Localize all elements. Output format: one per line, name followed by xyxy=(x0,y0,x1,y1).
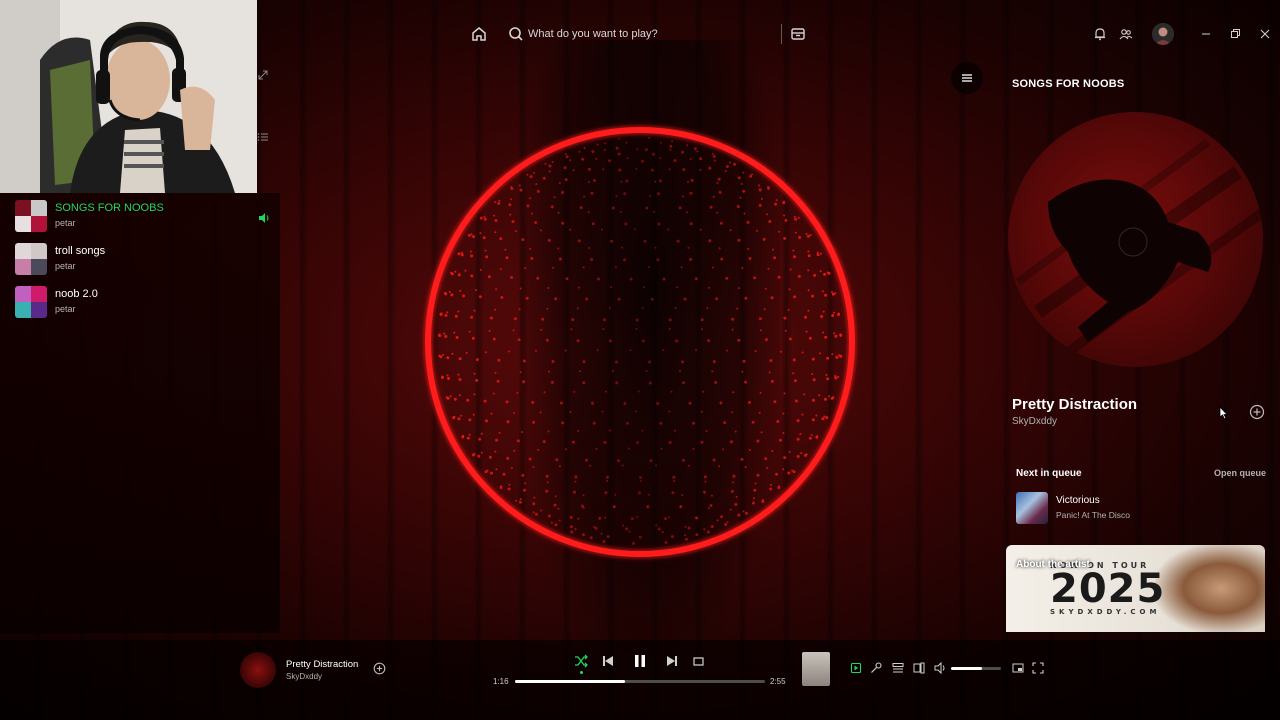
microphone-icon xyxy=(871,662,882,673)
search-icon xyxy=(506,24,526,44)
progress-fill xyxy=(515,680,625,683)
mini-player-button[interactable] xyxy=(1009,659,1027,677)
pause-button[interactable] xyxy=(630,651,650,671)
playlist-owner: petar xyxy=(55,218,76,228)
add-to-liked-button[interactable] xyxy=(370,659,388,677)
queue-track-artist: Panic! At The Disco xyxy=(1056,510,1131,520)
visualizer-dots xyxy=(438,136,843,545)
webcam-overlay xyxy=(0,0,257,193)
playlist-title: SONGS FOR NOOBS xyxy=(55,202,164,214)
player-bar: Pretty Distraction SkyDxddy 1:16 2:55 xyxy=(0,640,1280,720)
player-track-title[interactable]: Pretty Distraction xyxy=(286,659,358,670)
skip-forward-icon xyxy=(667,656,677,666)
visualizer-ring xyxy=(425,127,855,557)
pause-icon xyxy=(635,655,645,667)
next-button[interactable] xyxy=(663,652,681,670)
search-placeholder: What do you want to play? xyxy=(528,28,658,40)
playlist-item-troll-songs[interactable]: troll songs petar xyxy=(15,243,265,277)
now-playing-title[interactable]: Pretty Distraction xyxy=(1012,396,1137,413)
playlist-cover xyxy=(15,243,47,275)
now-playing-speaker-icon xyxy=(258,211,270,223)
repeat-button[interactable] xyxy=(689,652,707,670)
now-playing-view-icon xyxy=(850,662,862,674)
browse-icon[interactable] xyxy=(788,24,808,44)
fullscreen-button[interactable] xyxy=(1029,659,1047,677)
playlist-owner: petar xyxy=(55,261,76,271)
connect-device-button[interactable] xyxy=(910,659,928,677)
list-view-icon[interactable] xyxy=(257,130,269,142)
playlist-item-songs-for-noobs[interactable]: SONGS FOR NOOBS petar xyxy=(15,200,265,234)
library-sidebar: SONGS FOR NOOBS petar troll songs petar … xyxy=(0,193,280,633)
add-to-playlist-button[interactable] xyxy=(1249,404,1265,420)
device-icon xyxy=(913,662,925,674)
shuffle-icon xyxy=(575,654,588,668)
poster-url: SKYDXDDY.COM xyxy=(1050,608,1161,616)
playlist-owner: petar xyxy=(55,304,76,314)
shuffle-button[interactable] xyxy=(572,652,590,670)
webcam-person xyxy=(0,0,257,193)
time-elapsed: 1:16 xyxy=(493,677,509,686)
now-playing-cover[interactable] xyxy=(240,652,276,688)
playlist-title: troll songs xyxy=(55,245,106,257)
cursor-icon xyxy=(1216,405,1232,421)
now-playing-panel: SONGS FOR NOOBS Pretty Distraction SkyDx… xyxy=(1000,60,1280,635)
canvas-thumbnail[interactable] xyxy=(802,652,830,686)
plus-circle-icon xyxy=(373,662,385,674)
minimize-icon[interactable] xyxy=(1196,24,1216,44)
playlist-title: noob 2.0 xyxy=(55,288,98,300)
shuffle-active-dot xyxy=(580,671,583,674)
queue-next-item[interactable]: Victorious Panic! At The Disco xyxy=(1016,492,1266,524)
playlist-cover xyxy=(15,200,47,232)
bell-icon[interactable] xyxy=(1090,24,1110,44)
queue-track-title: Victorious xyxy=(1056,495,1100,506)
close-icon[interactable] xyxy=(1255,24,1275,44)
playlist-item-noob-2[interactable]: noob 2.0 petar xyxy=(15,286,265,320)
player-track-artist[interactable]: SkyDxddy xyxy=(286,672,322,681)
playlist-cover xyxy=(15,286,47,318)
skip-back-icon xyxy=(603,656,613,666)
context-title[interactable]: SONGS FOR NOOBS xyxy=(1012,78,1124,90)
progress-bar[interactable] xyxy=(515,680,765,683)
now-playing-view-button[interactable] xyxy=(847,659,865,677)
fullscreen-icon xyxy=(1032,662,1044,674)
volume-slider[interactable] xyxy=(951,667,1001,670)
repeat-icon xyxy=(692,656,704,666)
mute-button[interactable] xyxy=(931,659,949,677)
menu-button[interactable] xyxy=(951,62,983,94)
about-artist-card[interactable]: NOW ON TOUR 2025 SKYDXDDY.COM About the … xyxy=(1006,545,1265,632)
open-queue-link[interactable]: Open queue xyxy=(1214,468,1266,478)
expand-icon[interactable] xyxy=(257,68,269,80)
plus-circle-icon xyxy=(1249,404,1265,420)
about-artist-label: About the artist xyxy=(1016,559,1090,570)
home-icon[interactable] xyxy=(469,24,489,44)
volume-icon xyxy=(934,662,945,674)
previous-button[interactable] xyxy=(599,652,617,670)
mini-player-icon xyxy=(1012,663,1024,673)
poster-year: 2025 xyxy=(1050,566,1166,612)
album-art xyxy=(1008,112,1263,367)
lyrics-button[interactable] xyxy=(867,659,885,677)
menu-icon xyxy=(962,74,972,82)
top-bar: What do you want to play? xyxy=(280,14,1280,54)
topbar-divider xyxy=(781,24,782,44)
queue-cover xyxy=(1016,492,1048,524)
friends-icon[interactable] xyxy=(1116,24,1136,44)
artist-photo xyxy=(1155,545,1265,632)
queue-button[interactable] xyxy=(889,659,907,677)
now-playing-artist[interactable]: SkyDxddy xyxy=(1012,416,1057,427)
queue-icon xyxy=(892,663,904,673)
restore-icon[interactable] xyxy=(1225,24,1245,44)
time-total: 2:55 xyxy=(770,677,786,686)
volume-fill xyxy=(951,667,982,670)
avatar-icon[interactable] xyxy=(1152,23,1174,45)
search-input[interactable]: What do you want to play? xyxy=(506,20,786,48)
queue-heading: Next in queue xyxy=(1016,468,1082,479)
